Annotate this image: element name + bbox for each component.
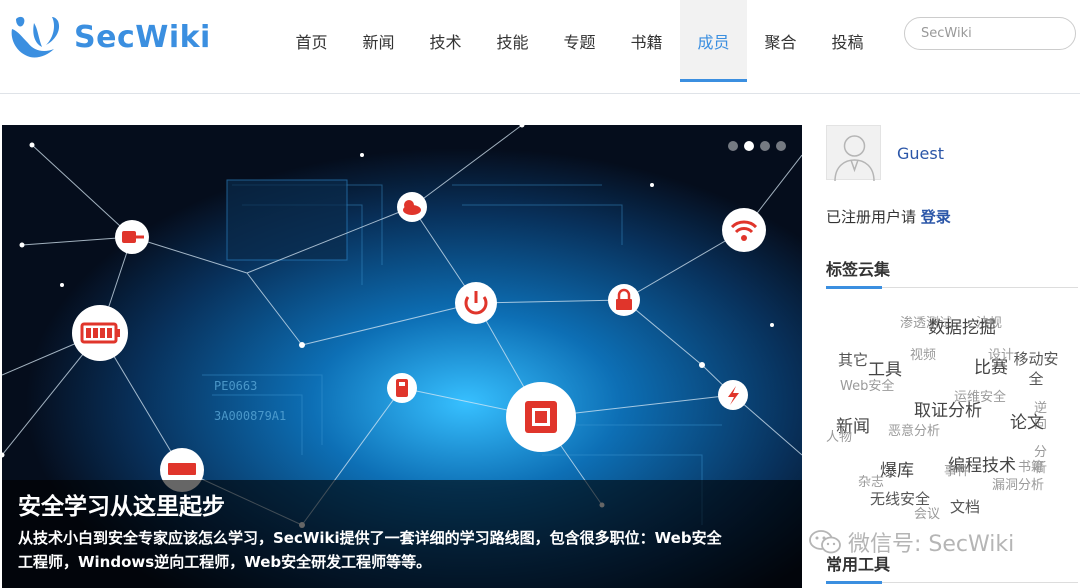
slide-dot-2[interactable]: [744, 141, 754, 151]
nav-home[interactable]: 首页: [278, 0, 345, 82]
pcb-text-2: 3A000879A1: [214, 409, 286, 423]
banner-title[interactable]: 安全学习从这里起步: [18, 490, 786, 524]
battery-node-icon: [72, 305, 128, 361]
logo-text: SecWiki: [74, 20, 211, 55]
logo-mark-icon: [11, 16, 60, 58]
site-header: SecWiki 首页 新闻 技术 技能 专题 书籍 成员 聚合 投稿: [0, 0, 1080, 94]
user-avatar-icon: [834, 135, 875, 182]
tag-malware-analysis[interactable]: 恶意分析: [888, 425, 940, 438]
tag-video[interactable]: 视频: [910, 349, 936, 362]
slide-dot-1[interactable]: [728, 141, 738, 151]
login-prefix: 已注册用户请: [826, 208, 917, 226]
tag-cloud-rule: [826, 286, 1078, 289]
tag-data-mining[interactable]: 数据挖掘: [928, 320, 996, 337]
tag-contest[interactable]: 比赛: [974, 360, 1008, 377]
nav-members[interactable]: 成员: [680, 0, 747, 82]
login-prompt: 已注册用户请 登录: [826, 206, 951, 227]
tag-documents[interactable]: 文档: [950, 500, 980, 515]
hero-banner[interactable]: PE0663 3A000879A1 安全学习从这里起步 从技术小白到安全专家应该…: [2, 125, 802, 588]
sidebar: Guest 已注册用户请 登录 标签云集 渗透测试 法规 数据挖掘 视频 设计 …: [826, 125, 1080, 588]
main-nav: 首页 新闻 技术 技能 专题 书籍 成员 聚合 投稿: [278, 0, 881, 82]
tag-forensics[interactable]: 取证分析: [914, 403, 982, 420]
slide-dot-4[interactable]: [776, 141, 786, 151]
nav-books[interactable]: 书籍: [613, 0, 680, 82]
tag-web-security[interactable]: Web安全: [840, 380, 894, 393]
banner-text-line-1: 从技术小白到安全专家应该怎么学习，SecWiki提供了一套详细的学习路线图，包含…: [18, 529, 722, 547]
nav-skills[interactable]: 技能: [479, 0, 546, 82]
plug-node-icon: [115, 220, 149, 254]
tag-events[interactable]: 事件: [944, 465, 970, 478]
pcb-text-1: PE0663: [214, 379, 257, 393]
wechat-watermark: 微信号: SecWiki: [808, 526, 1014, 558]
tools-rule: [826, 581, 1078, 584]
tag-papers[interactable]: 论文: [1010, 415, 1044, 432]
bolt-node-icon: [718, 380, 748, 410]
banner-text-line-2: 工程师，Windows逆向工程师，Web安全研发工程师等等。: [18, 553, 432, 571]
tag-mobile-security[interactable]: 移动安全: [1012, 349, 1060, 389]
tag-tools[interactable]: 工具: [868, 362, 902, 379]
tag-cloud: 渗透测试 法规 数据挖掘 视频 设计 移动安全 其它 工具 比赛 Web安全 运…: [826, 305, 1080, 530]
nav-tech[interactable]: 技术: [412, 0, 479, 82]
avatar[interactable]: [826, 125, 881, 182]
usb-node-icon: [387, 373, 417, 403]
lock-node-icon: [608, 284, 640, 316]
nav-aggregate[interactable]: 聚合: [747, 0, 814, 82]
slide-dot-3[interactable]: [760, 141, 770, 151]
cloud-node-icon: [397, 192, 427, 222]
username-link[interactable]: Guest: [897, 144, 944, 163]
chip-node-icon: [506, 382, 576, 452]
tag-people[interactable]: 人物: [826, 431, 852, 444]
search-input[interactable]: [904, 17, 1076, 50]
logo[interactable]: SecWiki: [8, 10, 223, 65]
login-link[interactable]: 登录: [921, 208, 951, 226]
nav-news[interactable]: 新闻: [345, 0, 412, 82]
wifi-node-icon: [722, 208, 766, 252]
nav-submit[interactable]: 投稿: [814, 0, 881, 82]
slide-indicators: [728, 141, 786, 151]
tag-wireless-security[interactable]: 无线安全: [870, 492, 930, 507]
banner-caption: 安全学习从这里起步 从技术小白到安全专家应该怎么学习，SecWiki提供了一套详…: [2, 480, 802, 588]
tag-db-dump[interactable]: 爆库: [880, 463, 914, 480]
watermark-text: 微信号: SecWiki: [848, 532, 1015, 557]
wechat-icon: [809, 530, 841, 554]
nav-topics[interactable]: 专题: [546, 0, 613, 82]
tag-magazine[interactable]: 杂志: [858, 476, 884, 489]
tag-vuln-analysis[interactable]: 漏洞分析: [992, 479, 1044, 492]
tag-conference[interactable]: 会议: [914, 508, 940, 521]
power-node-icon: [455, 282, 497, 324]
tag-books[interactable]: 书籍: [1018, 461, 1044, 474]
tag-other[interactable]: 其它: [838, 353, 868, 368]
tag-cloud-title: 标签云集: [826, 260, 891, 279]
